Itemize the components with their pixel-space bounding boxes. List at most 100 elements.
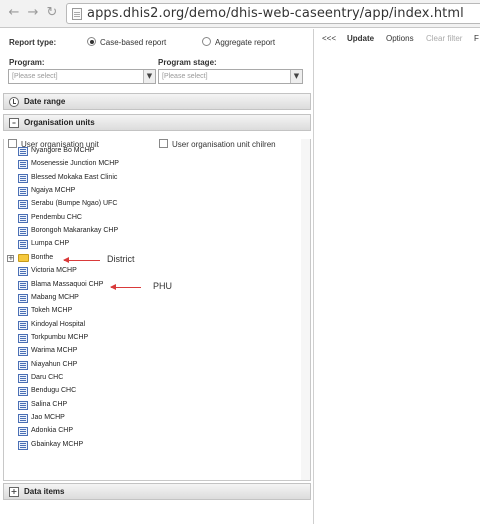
tree-scrollbar[interactable] bbox=[301, 139, 310, 480]
tree-unit-item[interactable]: Victoria MCHP bbox=[4, 265, 204, 278]
program-stage-select[interactable]: [Please select] ▼ bbox=[158, 69, 303, 84]
tree-unit-item[interactable]: Mabang MCHP bbox=[4, 292, 204, 305]
aggregate-label[interactable]: Aggregate report bbox=[215, 38, 275, 47]
date-range-section[interactable]: Date range bbox=[3, 93, 311, 110]
org-unit-icon bbox=[18, 147, 28, 156]
tree-item-label[interactable]: Blessed Mokaka East Clinic bbox=[31, 174, 117, 181]
program-select[interactable]: [Please select] ▼ bbox=[8, 69, 156, 84]
chevron-down-icon[interactable]: ▼ bbox=[290, 70, 302, 83]
tree-unit-item[interactable]: Blama Massaquoi CHP bbox=[4, 279, 204, 292]
organisation-units-section[interactable]: – Organisation units bbox=[3, 114, 311, 131]
tree-unit-item[interactable]: Tokeh MCHP bbox=[4, 305, 204, 318]
org-unit-icon bbox=[18, 187, 28, 197]
tree-item-label[interactable]: Victoria MCHP bbox=[31, 267, 77, 274]
left-panel: Report type: Case-based report Aggregate… bbox=[0, 29, 313, 524]
org-unit-icon bbox=[18, 213, 28, 223]
program-placeholder: [Please select] bbox=[12, 73, 58, 80]
tree-item-label[interactable]: Adonkia CHP bbox=[31, 427, 73, 434]
expand-node-icon[interactable]: + bbox=[7, 254, 14, 262]
tree-unit-item[interactable]: Mosenessie Junction MCHP bbox=[4, 158, 204, 171]
tree-folder-item[interactable]: + Bonthe bbox=[4, 252, 204, 265]
tree-unit-item[interactable]: Gbainkay MCHP bbox=[4, 439, 204, 452]
tree-item-label[interactable]: Lumpa CHP bbox=[31, 240, 69, 247]
tree-unit-item[interactable]: Serabu (Bumpe Ngao) UFC bbox=[4, 198, 204, 211]
program-stage-placeholder: [Please select] bbox=[162, 73, 208, 80]
case-based-label[interactable]: Case-based report bbox=[100, 38, 166, 47]
tree-item-label[interactable]: Mosenessie Junction MCHP bbox=[31, 160, 119, 167]
tree-item-label[interactable]: Niayahun CHP bbox=[31, 361, 77, 368]
collapse-button[interactable]: <<< bbox=[322, 34, 336, 43]
data-items-title: Data items bbox=[24, 487, 65, 496]
tree-unit-item[interactable]: Ngaiya MCHP bbox=[4, 185, 204, 198]
phu-arrow bbox=[110, 284, 141, 290]
collapse-icon: – bbox=[9, 118, 19, 128]
org-unit-icon bbox=[18, 160, 28, 170]
tree-item-label[interactable]: Pendembu CHC bbox=[31, 214, 82, 221]
program-stage-label: Program stage: bbox=[158, 58, 217, 67]
tree-unit-item[interactable]: Jao MCHP bbox=[4, 412, 204, 425]
org-unit-icon bbox=[18, 360, 28, 370]
truncated-button[interactable]: F bbox=[474, 34, 479, 43]
org-unit-icon bbox=[18, 240, 28, 250]
clock-icon bbox=[9, 97, 19, 107]
org-unit-icon bbox=[18, 387, 28, 397]
update-button[interactable]: Update bbox=[347, 34, 374, 43]
tree-item-label[interactable]: Ngaiya MCHP bbox=[31, 187, 75, 194]
org-unit-icon bbox=[18, 293, 28, 303]
expand-icon: + bbox=[9, 487, 19, 497]
browser-toolbar: ← → ↻ apps.dhis2.org/demo/dhis-web-casee… bbox=[0, 0, 480, 28]
program-label: Program: bbox=[9, 58, 45, 67]
reload-icon[interactable]: ↻ bbox=[45, 6, 59, 20]
org-unit-icon bbox=[18, 333, 28, 343]
date-range-title: Date range bbox=[24, 97, 66, 106]
options-button[interactable]: Options bbox=[386, 34, 414, 43]
tree-item-label[interactable]: Nyangore Bo MCHP bbox=[31, 147, 94, 154]
chevron-down-icon[interactable]: ▼ bbox=[143, 70, 155, 83]
case-based-radio[interactable] bbox=[87, 37, 96, 46]
address-bar[interactable]: apps.dhis2.org/demo/dhis-web-caseentry/a… bbox=[66, 3, 480, 24]
tree-unit-item[interactable]: Salina CHP bbox=[4, 399, 204, 412]
tree-item-label[interactable]: Borongoh Makarankay CHP bbox=[31, 227, 118, 234]
org-unit-icon bbox=[18, 320, 28, 330]
tree-unit-item[interactable]: Pendembu CHC bbox=[4, 212, 204, 225]
tree-item-label[interactable]: Tokeh MCHP bbox=[31, 307, 72, 314]
org-unit-icon bbox=[18, 414, 28, 423]
org-unit-icon bbox=[18, 427, 28, 437]
tree-unit-item[interactable]: Warima MCHP bbox=[4, 345, 204, 358]
tree-item-label[interactable]: Jao MCHP bbox=[31, 414, 65, 421]
tree-unit-item[interactable]: Borongoh Makarankay CHP bbox=[4, 225, 204, 238]
aggregate-radio[interactable] bbox=[202, 37, 211, 46]
tree-item-label[interactable]: Kindoyal Hospital bbox=[31, 321, 85, 328]
tree-item-label[interactable]: Mabang MCHP bbox=[31, 294, 79, 301]
back-arrow-icon[interactable]: ← bbox=[7, 6, 21, 20]
tree-item-label[interactable]: Salina CHP bbox=[31, 401, 67, 408]
tree-unit-item[interactable]: Kindoyal Hospital bbox=[4, 319, 204, 332]
clear-filter-button[interactable]: Clear filter bbox=[426, 34, 462, 43]
tree-item-label[interactable]: Serabu (Bumpe Ngao) UFC bbox=[31, 200, 117, 207]
org-unit-tree[interactable]: Nyangore Bo MCHP Mosenessie Junction MCHP… bbox=[4, 147, 310, 480]
org-unit-icon bbox=[18, 280, 28, 290]
data-items-section[interactable]: + Data items bbox=[3, 483, 311, 500]
tree-item-label[interactable]: Bonthe bbox=[31, 254, 53, 261]
page-icon bbox=[72, 8, 82, 20]
tree-unit-item[interactable]: Lumpa CHP bbox=[4, 238, 204, 251]
tree-item-label[interactable]: Gbainkay MCHP bbox=[31, 441, 83, 448]
tree-item-label[interactable]: Bendugu CHC bbox=[31, 387, 76, 394]
url-text[interactable]: apps.dhis2.org/demo/dhis-web-caseentry/a… bbox=[87, 6, 464, 22]
tree-item-label[interactable]: Blama Massaquoi CHP bbox=[31, 281, 103, 288]
organisation-units-title: Organisation units bbox=[24, 118, 95, 127]
tree-item-label[interactable]: Warima MCHP bbox=[31, 347, 77, 354]
tree-item-label[interactable]: Torkpumbu MCHP bbox=[31, 334, 88, 341]
tree-unit-item[interactable]: Blessed Mokaka East Clinic bbox=[4, 172, 204, 185]
tree-unit-item[interactable]: Torkpumbu MCHP bbox=[4, 332, 204, 345]
forward-arrow-icon[interactable]: → bbox=[26, 6, 40, 20]
tree-unit-item[interactable]: Adonkia CHP bbox=[4, 425, 204, 438]
district-arrow bbox=[63, 257, 100, 263]
tree-item-label[interactable]: Daru CHC bbox=[31, 374, 63, 381]
tree-unit-item[interactable]: Daru CHC bbox=[4, 372, 204, 385]
tree-unit-item[interactable]: Bendugu CHC bbox=[4, 385, 204, 398]
org-unit-icon bbox=[18, 373, 28, 383]
tree-unit-item[interactable]: Niayahun CHP bbox=[4, 359, 204, 372]
org-unit-icon bbox=[18, 173, 28, 183]
tree-unit-item[interactable]: Nyangore Bo MCHP bbox=[4, 145, 204, 158]
